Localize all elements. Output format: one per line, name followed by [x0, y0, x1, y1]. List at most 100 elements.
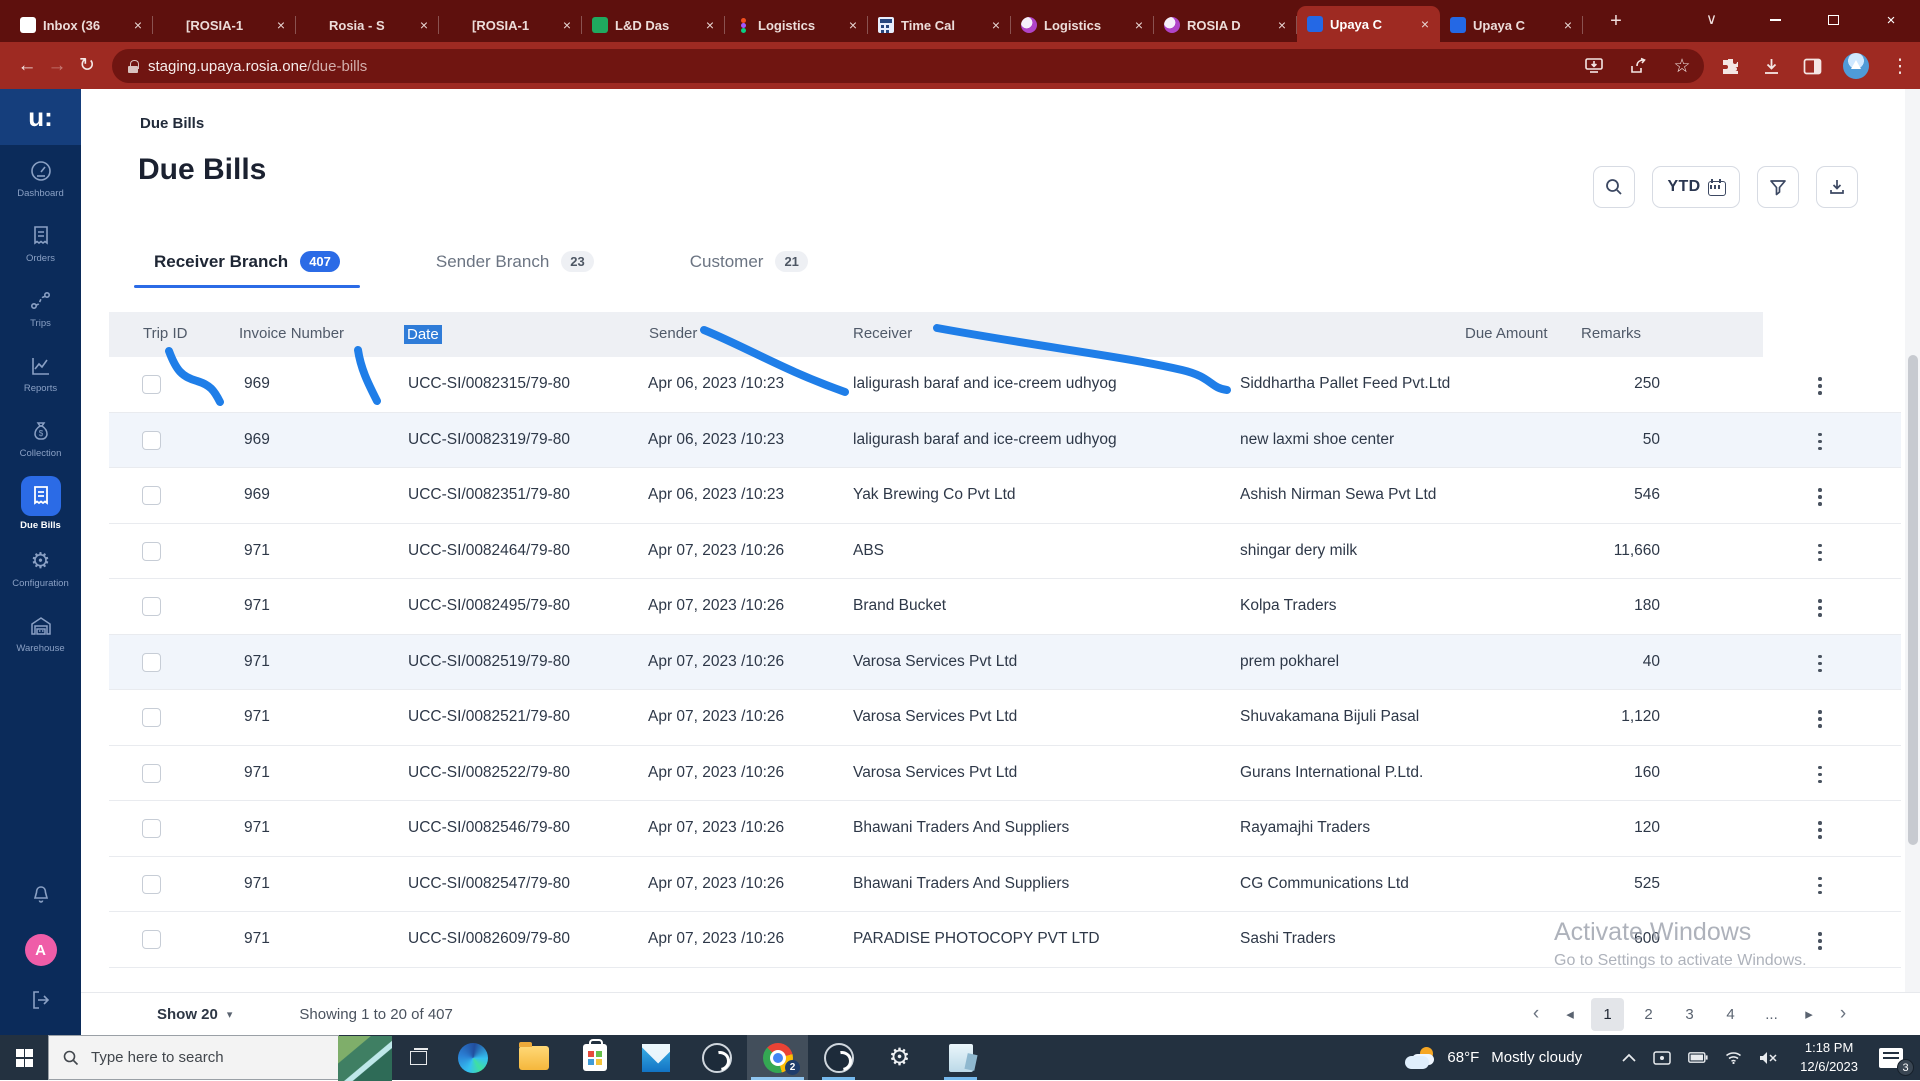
tab-close-icon[interactable]: ×: [273, 17, 289, 33]
minimize-button[interactable]: [1746, 0, 1804, 40]
next-page-button[interactable]: ▸: [1796, 1005, 1822, 1023]
page-size-select[interactable]: Show 20 ▾: [157, 1006, 232, 1023]
sidebar-item-dashboard[interactable]: Dashboard: [0, 146, 81, 210]
install-app-icon[interactable]: [1584, 56, 1604, 76]
row-checkbox[interactable]: [142, 541, 161, 561]
tab-close-icon[interactable]: ×: [1131, 17, 1147, 33]
sidebar-item-collection[interactable]: $ Collection: [0, 406, 81, 470]
browser-tab[interactable]: [ROSIA-1 ×: [153, 8, 296, 42]
taskbar-notepad[interactable]: [930, 1035, 991, 1080]
row-actions-kebab-icon[interactable]: [1814, 817, 1826, 843]
taskbar-chrome[interactable]: 2: [747, 1035, 808, 1080]
taskbar-search[interactable]: Type here to search: [48, 1035, 392, 1081]
page-number[interactable]: 4: [1714, 998, 1747, 1031]
sidebar-item-reports[interactable]: Reports: [0, 341, 81, 405]
side-panel-icon[interactable]: [1802, 56, 1822, 76]
row-checkbox[interactable]: [142, 930, 161, 949]
taskbar-app-2[interactable]: [808, 1035, 869, 1080]
search-highlight-image[interactable]: [338, 1036, 392, 1081]
row-actions-kebab-icon[interactable]: [1814, 762, 1826, 788]
date-range-button[interactable]: YTD: [1652, 166, 1740, 208]
new-tab-button[interactable]: +: [1602, 7, 1630, 35]
extensions-puzzle-icon[interactable]: [1720, 56, 1740, 76]
tab-close-icon[interactable]: ×: [416, 17, 432, 33]
sidebar-item-warehouse[interactable]: Warehouse: [0, 601, 81, 665]
browser-tab[interactable]: Rosia - S ×: [296, 8, 439, 42]
taskbar-app-1[interactable]: [686, 1035, 747, 1080]
bookmark-star-icon[interactable]: ☆: [1672, 56, 1692, 77]
header-invoice-number[interactable]: Invoice Number: [239, 325, 344, 342]
tab-close-icon[interactable]: ×: [559, 17, 575, 33]
browser-tab[interactable]: [ROSIA-1 ×: [439, 8, 582, 42]
row-actions-kebab-icon[interactable]: [1814, 595, 1826, 621]
notifications-bell-icon[interactable]: [29, 883, 53, 912]
logout-icon[interactable]: [29, 988, 53, 1017]
action-center-button[interactable]: 3: [1862, 1035, 1920, 1080]
page-number[interactable]: 1: [1591, 997, 1624, 1031]
first-page-button[interactable]: ‹: [1523, 1003, 1549, 1025]
header-trip-id[interactable]: Trip ID: [143, 325, 187, 342]
header-sender[interactable]: Sender: [649, 325, 697, 342]
tab-close-icon[interactable]: ×: [988, 17, 1004, 33]
export-download-button[interactable]: [1816, 166, 1858, 208]
sidebar-item-orders[interactable]: Orders: [0, 211, 81, 275]
sidebar-item-trips[interactable]: Trips: [0, 276, 81, 340]
header-due-amount[interactable]: Due Amount: [1465, 325, 1548, 342]
tab-close-icon[interactable]: ×: [1560, 17, 1576, 33]
row-checkbox[interactable]: [142, 597, 161, 616]
row-actions-kebab-icon[interactable]: [1814, 651, 1826, 677]
row-actions-kebab-icon[interactable]: [1814, 706, 1826, 732]
taskbar-file-explorer[interactable]: [503, 1035, 564, 1080]
wifi-icon[interactable]: [1725, 1051, 1742, 1064]
tray-chevron-up-icon[interactable]: [1622, 1053, 1636, 1062]
sidebar-item-configuration[interactable]: ⚙ Configuration: [0, 536, 81, 600]
row-checkbox[interactable]: [142, 708, 161, 727]
taskbar-settings[interactable]: ⚙: [869, 1035, 930, 1080]
forward-button[interactable]: →: [42, 55, 72, 77]
header-date-selected[interactable]: Date: [404, 325, 442, 344]
tab-sender-branch[interactable]: Sender Branch 23: [422, 251, 608, 288]
browser-menu-kebab-icon[interactable]: ⋮: [1890, 56, 1910, 77]
last-page-button[interactable]: ›: [1830, 1003, 1856, 1025]
browser-tab[interactable]: Inbox (36 ×: [10, 8, 153, 42]
volume-muted-icon[interactable]: [1759, 1051, 1778, 1065]
row-actions-kebab-icon[interactable]: [1814, 484, 1826, 510]
page-scrollbar[interactable]: [1905, 89, 1920, 1035]
browser-tab[interactable]: Time Cal ×: [868, 8, 1011, 42]
row-checkbox[interactable]: [142, 486, 161, 505]
browser-tab[interactable]: Logistics ×: [725, 8, 868, 42]
tab-close-icon[interactable]: ×: [702, 17, 718, 33]
row-checkbox[interactable]: [142, 430, 161, 450]
row-actions-kebab-icon[interactable]: [1814, 429, 1826, 455]
tab-search-chevron-icon[interactable]: ∨: [1706, 10, 1717, 28]
upaya-logo[interactable]: u:: [0, 89, 81, 145]
row-checkbox[interactable]: [142, 819, 161, 838]
battery-icon[interactable]: [1688, 1052, 1708, 1063]
row-actions-kebab-icon[interactable]: [1814, 540, 1826, 566]
browser-tab[interactable]: Upaya C ×: [1297, 6, 1440, 42]
lock-icon[interactable]: [128, 59, 139, 73]
tab-receiver-branch[interactable]: Receiver Branch 407: [134, 251, 360, 288]
maximize-button[interactable]: [1804, 0, 1862, 40]
tab-customer[interactable]: Customer 21: [676, 251, 822, 288]
task-view-button[interactable]: [395, 1035, 442, 1080]
reload-button[interactable]: ↻: [72, 54, 102, 77]
row-actions-kebab-icon[interactable]: [1814, 373, 1826, 399]
row-checkbox[interactable]: [142, 763, 161, 783]
row-checkbox[interactable]: [142, 874, 161, 894]
header-remarks[interactable]: Remarks: [1581, 325, 1641, 342]
taskbar-clock[interactable]: 1:18 PM 12/6/2023: [1800, 1039, 1858, 1077]
share-icon[interactable]: [1628, 56, 1648, 76]
scrollbar-thumb[interactable]: [1907, 355, 1918, 845]
header-receiver[interactable]: Receiver: [853, 325, 912, 342]
tab-close-icon[interactable]: ×: [1417, 16, 1433, 32]
tab-close-icon[interactable]: ×: [845, 17, 861, 33]
back-button[interactable]: ←: [12, 55, 42, 77]
tab-close-icon[interactable]: ×: [1274, 17, 1290, 33]
browser-tab[interactable]: L&D Das ×: [582, 8, 725, 42]
browser-profile-avatar[interactable]: [1843, 53, 1869, 79]
row-checkbox[interactable]: [142, 652, 161, 672]
row-actions-kebab-icon[interactable]: [1814, 873, 1826, 899]
row-checkbox[interactable]: [142, 375, 161, 394]
page-number[interactable]: 3: [1673, 998, 1706, 1031]
